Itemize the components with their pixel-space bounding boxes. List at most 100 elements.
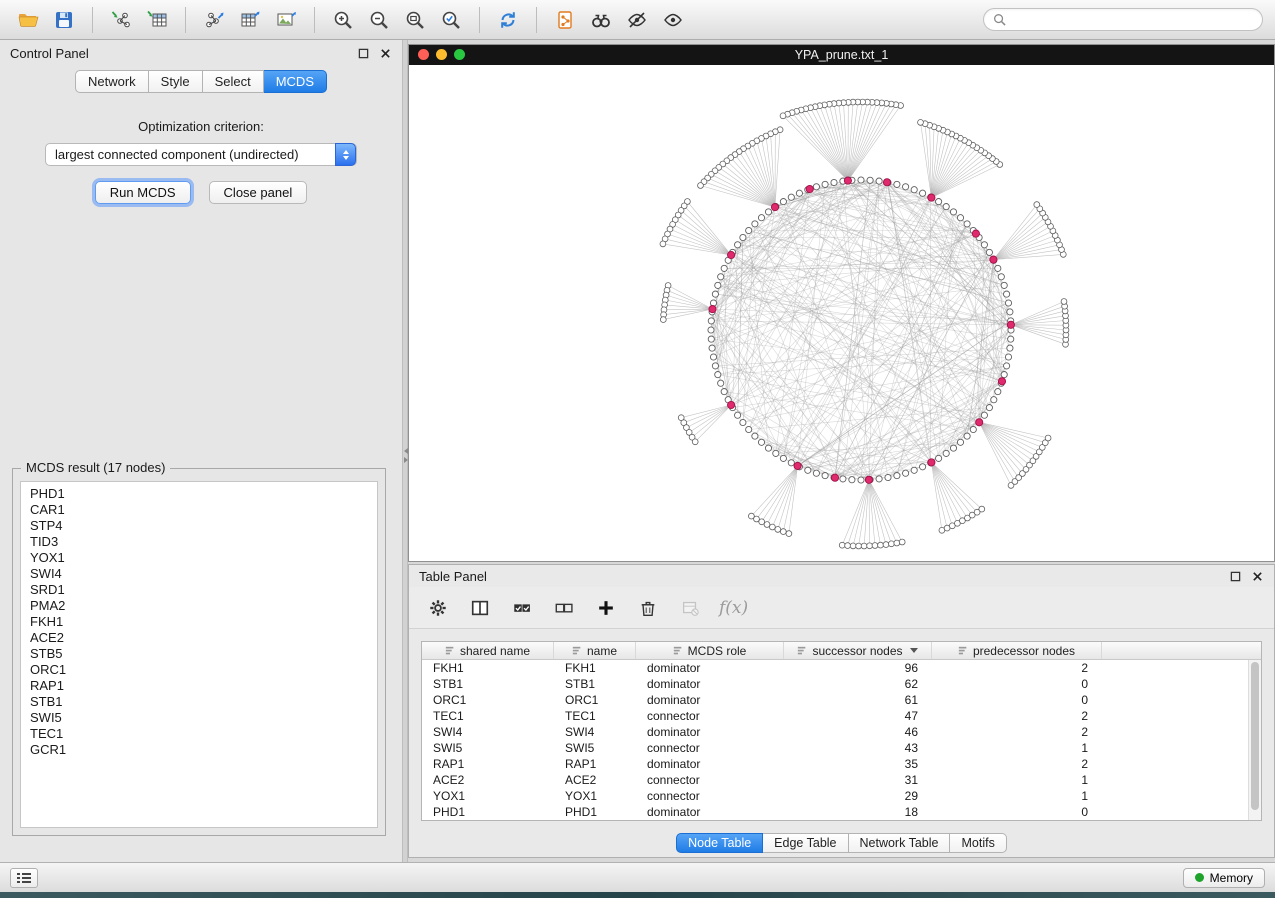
- column-header-successor-nodes[interactable]: successor nodes: [784, 642, 932, 659]
- column-header-shared-name[interactable]: shared name: [422, 642, 554, 659]
- mcds-node-item[interactable]: STB1: [30, 694, 368, 710]
- scrollbar-thumb[interactable]: [1251, 662, 1259, 810]
- zoom-out-icon: [368, 9, 390, 31]
- search-icon: [993, 13, 1006, 26]
- save-session-button[interactable]: [48, 5, 80, 35]
- table-row[interactable]: ORC1ORC1dominator610: [422, 692, 1248, 708]
- import-network-button[interactable]: [105, 5, 137, 35]
- column-header-predecessor-nodes[interactable]: predecessor nodes: [932, 642, 1102, 659]
- window-minimize-button[interactable]: [436, 49, 447, 60]
- refresh-button[interactable]: [492, 5, 524, 35]
- toolbar-separator: [314, 7, 315, 33]
- network-canvas[interactable]: [409, 65, 1274, 561]
- column-header-MCDS-role[interactable]: MCDS role: [636, 642, 784, 659]
- memory-button[interactable]: Memory: [1183, 868, 1265, 888]
- mcds-node-item[interactable]: SRD1: [30, 582, 368, 598]
- tab-node-table[interactable]: Node Table: [676, 833, 763, 853]
- run-mcds-button[interactable]: Run MCDS: [95, 181, 191, 204]
- hide-button[interactable]: [621, 5, 653, 35]
- table-row[interactable]: SWI5SWI5connector431: [422, 740, 1248, 756]
- columns-button[interactable]: [467, 595, 493, 621]
- mcds-node-item[interactable]: TID3: [30, 534, 368, 550]
- tab-edge-table[interactable]: Edge Table: [763, 833, 848, 853]
- mcds-node-item[interactable]: PHD1: [30, 486, 368, 502]
- table-row[interactable]: PHD1PHD1dominator180: [422, 804, 1248, 820]
- search-box[interactable]: [983, 8, 1263, 31]
- table-cell: 1: [932, 788, 1102, 804]
- deselect-all-button[interactable]: [551, 595, 577, 621]
- table-row[interactable]: TEC1TEC1connector472: [422, 708, 1248, 724]
- tab-select[interactable]: Select: [203, 70, 264, 93]
- mcds-result-list[interactable]: PHD1CAR1STP4TID3YOX1SWI4SRD1PMA2FKH1ACE2…: [20, 481, 378, 828]
- table-cell: 43: [784, 740, 932, 756]
- tab-network-table[interactable]: Network Table: [849, 833, 951, 853]
- table-cell: PHD1: [554, 804, 636, 820]
- zoom-out-button[interactable]: [363, 5, 395, 35]
- table-cell: 0: [932, 692, 1102, 708]
- mcds-node-item[interactable]: GCR1: [30, 742, 368, 758]
- export-table-icon: [239, 9, 261, 31]
- mcds-node-item[interactable]: SWI4: [30, 566, 368, 582]
- import-table-button[interactable]: [141, 5, 173, 35]
- window-close-button[interactable]: [418, 49, 429, 60]
- network-titlebar[interactable]: YPA_prune.txt_1: [409, 45, 1274, 65]
- export-network-button[interactable]: [198, 5, 230, 35]
- add-button[interactable]: [593, 595, 619, 621]
- zoom-fit-button[interactable]: [399, 5, 431, 35]
- close-panel-action-button[interactable]: Close panel: [209, 181, 308, 204]
- table-header-row: shared namenameMCDS rolesuccessor nodesp…: [422, 642, 1261, 660]
- function-builder-button[interactable]: f(x): [719, 598, 748, 618]
- mcds-node-item[interactable]: RAP1: [30, 678, 368, 694]
- clone-network-button[interactable]: [549, 5, 581, 35]
- import-disabled-button[interactable]: [677, 595, 703, 621]
- zoom-selected-button[interactable]: [435, 5, 467, 35]
- table-row[interactable]: FKH1FKH1dominator962: [422, 660, 1248, 676]
- show-button[interactable]: [657, 5, 689, 35]
- table-row[interactable]: SWI4SWI4dominator462: [422, 724, 1248, 740]
- mcds-node-item[interactable]: ORC1: [30, 662, 368, 678]
- control-panel-tabs: NetworkStyleSelectMCDS: [0, 70, 402, 93]
- mcds-node-item[interactable]: SWI5: [30, 710, 368, 726]
- zoom-in-button[interactable]: [327, 5, 359, 35]
- window-zoom-button[interactable]: [454, 49, 465, 60]
- mcds-node-item[interactable]: ACE2: [30, 630, 368, 646]
- tab-mcds[interactable]: MCDS: [264, 70, 327, 93]
- table-row[interactable]: YOX1YOX1connector291: [422, 788, 1248, 804]
- table-cell: 47: [784, 708, 932, 724]
- find-button[interactable]: [585, 5, 617, 35]
- mcds-node-item[interactable]: STB5: [30, 646, 368, 662]
- table-row[interactable]: RAP1RAP1dominator352: [422, 756, 1248, 772]
- sort-arrow-icon: [910, 648, 918, 653]
- optimization-select[interactable]: largest connected component (undirected): [45, 143, 357, 166]
- close-table-panel-button[interactable]: [1250, 569, 1264, 583]
- column-header-name[interactable]: name: [554, 642, 636, 659]
- delete-button[interactable]: [635, 595, 661, 621]
- close-panel-button[interactable]: [378, 46, 392, 60]
- float-panel-button[interactable]: [356, 46, 370, 60]
- mcds-node-item[interactable]: FKH1: [30, 614, 368, 630]
- table-cell: TEC1: [554, 708, 636, 724]
- mcds-node-item[interactable]: CAR1: [30, 502, 368, 518]
- float-table-panel-button[interactable]: [1228, 569, 1242, 583]
- select-all-button[interactable]: [509, 595, 535, 621]
- mcds-node-item[interactable]: TEC1: [30, 726, 368, 742]
- open-session-button[interactable]: [12, 5, 44, 35]
- tab-network[interactable]: Network: [75, 70, 149, 93]
- search-input[interactable]: [1011, 13, 1253, 27]
- tab-style[interactable]: Style: [149, 70, 203, 93]
- mcds-node-item[interactable]: YOX1: [30, 550, 368, 566]
- tab-motifs[interactable]: Motifs: [950, 833, 1006, 853]
- mcds-node-item[interactable]: PMA2: [30, 598, 368, 614]
- table-scrollbar[interactable]: [1248, 660, 1261, 820]
- table-cell: 29: [784, 788, 932, 804]
- gear-button[interactable]: [425, 595, 451, 621]
- table-row[interactable]: STB1STB1dominator620: [422, 676, 1248, 692]
- mcds-node-item[interactable]: STP4: [30, 518, 368, 534]
- export-table-button[interactable]: [234, 5, 266, 35]
- workspace-region: YPA_prune.txt_1 Table Panel f(x) shared …: [408, 40, 1275, 862]
- table-cell: dominator: [636, 804, 784, 820]
- export-image-button[interactable]: [270, 5, 302, 35]
- task-history-button[interactable]: [10, 868, 38, 888]
- table-row[interactable]: ACE2ACE2connector311: [422, 772, 1248, 788]
- table-cell: 62: [784, 676, 932, 692]
